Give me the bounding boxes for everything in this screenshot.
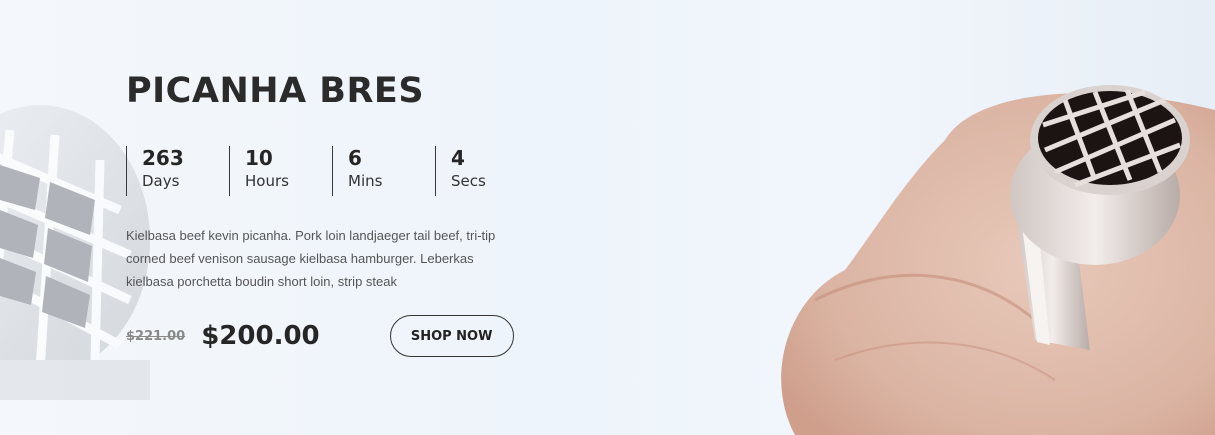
shop-now-button[interactable]: SHOP NOW: [389, 315, 514, 357]
hero-banner: PICANHA BRES 263 Days 10 Hours 6 Mins 4 …: [0, 0, 1215, 435]
product-description: Kielbasa beef kevin picanha. Pork loin l…: [126, 228, 496, 289]
countdown-value: 6: [348, 146, 362, 170]
countdown-unit: Hours: [245, 172, 289, 190]
countdown-value: 263: [142, 146, 184, 170]
countdown-unit: Mins: [348, 172, 383, 190]
countdown-timer: 263 Days 10 Hours 6 Mins 4 Secs: [126, 146, 546, 196]
countdown-mins: 6 Mins: [332, 146, 435, 196]
price-row: $221.00 $200.00 SHOP NOW: [126, 315, 546, 357]
ring-on-finger-image: [781, 85, 1215, 435]
countdown-value: 10: [245, 146, 273, 170]
countdown-unit: Secs: [451, 172, 486, 190]
countdown-value: 4: [451, 146, 465, 170]
countdown-unit: Days: [142, 172, 180, 190]
current-price: $200.00: [201, 321, 320, 351]
product-title: PICANHA BRES: [126, 71, 425, 111]
countdown-secs: 4 Secs: [435, 146, 538, 196]
product-promo: PICANHA BRES 263 Days 10 Hours 6 Mins 4 …: [126, 70, 546, 357]
countdown-days: 263 Days: [126, 146, 229, 196]
old-price: $221.00: [126, 328, 186, 344]
countdown-hours: 10 Hours: [229, 146, 332, 196]
